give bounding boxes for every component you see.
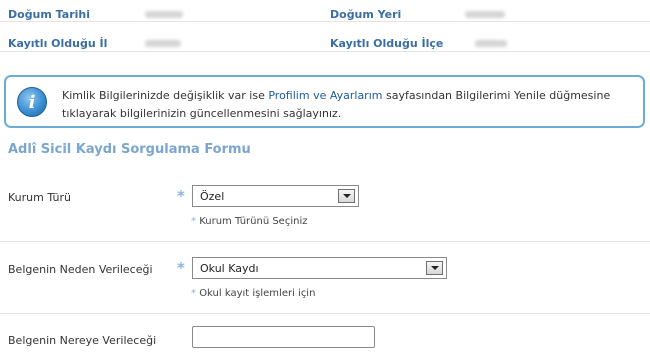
form-row-destination: Belgenin Nereye Verileceği [0,314,650,354]
registered-province-label: Kayıtlı Olduğu İl [8,37,108,50]
birth-date-label: Doğum Tarihi [8,8,90,21]
info-row-birth: Doğum Tarihi Doğum Yeri [0,0,650,22]
notice-text: Kimlik Bilgilerinizde değişiklik var ise… [62,89,611,120]
required-star-icon: * [177,187,185,205]
chevron-down-icon[interactable] [426,261,443,275]
required-star-icon: * [177,259,185,277]
chevron-down-icon[interactable] [338,189,355,203]
reason-label: Belgenin Neden Verileceği [8,263,153,276]
info-icon: i [17,87,47,117]
form-title: Adlî Sicil Kaydı Sorgulama Formu [8,142,251,157]
institution-type-hint: * Kurum Türünü Seçiniz [191,216,308,227]
birth-date-value-redacted [145,11,183,18]
destination-input[interactable] [192,326,375,348]
info-row-registry: Kayıtlı Olduğu İl Kayıtlı Olduğu İlçe [0,24,650,52]
reason-select[interactable]: Okul Kaydı [192,257,447,279]
birth-place-label: Doğum Yeri [330,8,402,21]
institution-type-label: Kurum Türü [8,191,72,204]
info-notice: i Kimlik Bilgilerinizde değişiklik var i… [4,75,645,128]
destination-label: Belgenin Nereye Verileceği [8,334,157,347]
registered-province-value-redacted [145,40,181,47]
registered-district-value-redacted [475,40,507,47]
birth-place-value-redacted [465,11,505,18]
institution-type-select[interactable]: Özel [192,185,359,207]
registered-district-label: Kayıtlı Olduğu İlçe [330,37,444,50]
form-row-institution-type: Kurum Türü * Özel * Kurum Türünü Seçiniz [0,170,650,242]
form-row-reason: Belgenin Neden Verileceği * Okul Kaydı *… [0,242,650,314]
profile-settings-link[interactable]: Profilim ve Ayarlarım [268,89,382,102]
reason-hint: * Okul kayıt işlemleri için [191,288,316,299]
